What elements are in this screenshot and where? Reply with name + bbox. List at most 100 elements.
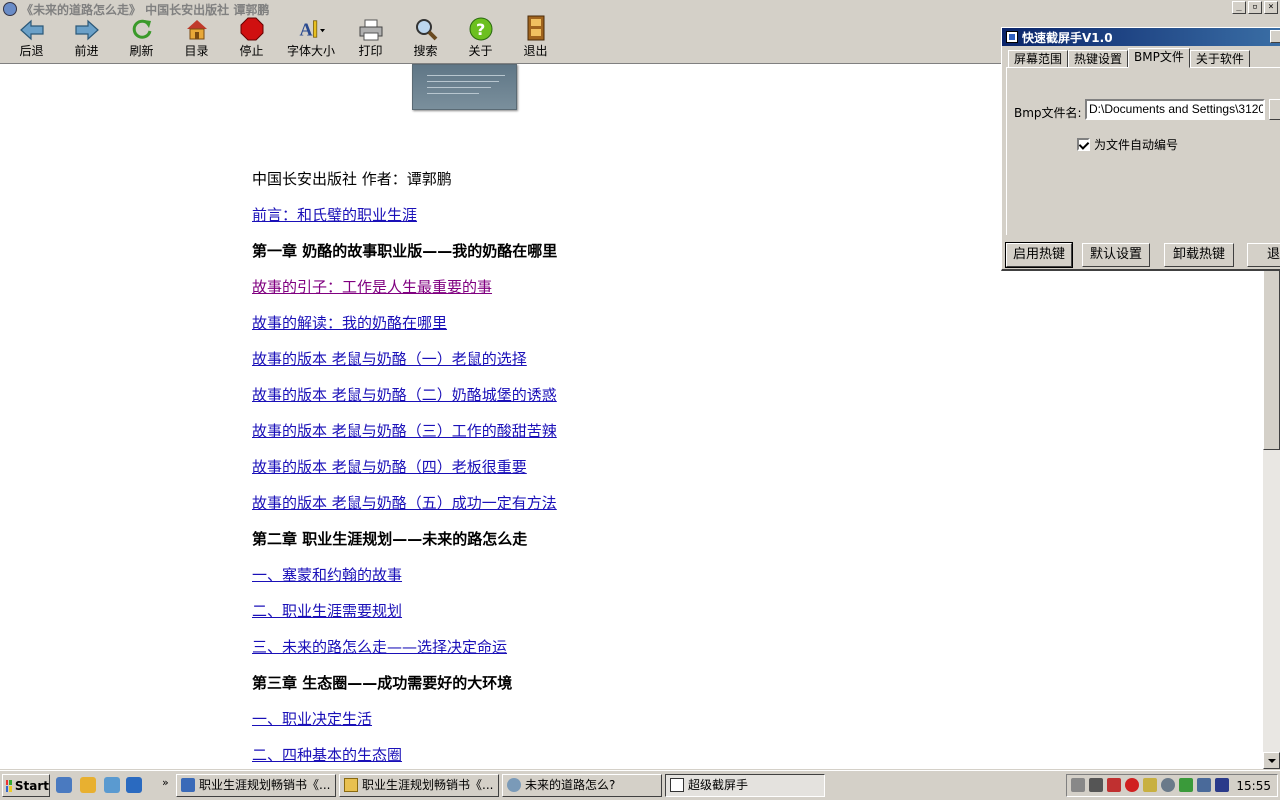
input-method-icon[interactable] <box>1215 778 1229 792</box>
home-icon <box>183 17 211 41</box>
toc-link[interactable]: 故事的引子：工作是人生最重要的事 <box>252 278 492 296</box>
task-button-ie[interactable]: 职业生涯规划畅销书《... <box>176 774 336 797</box>
toc-link-row[interactable]: 故事的解读：我的奶酪在哪里 <box>252 314 557 350</box>
quicklaunch-browser-icon[interactable] <box>126 777 142 793</box>
toc-link[interactable]: 一、塞蒙和约翰的故事 <box>252 566 402 584</box>
bmp-tab-panel: Bmp文件名: D:\Documents and Settings\312004… <box>1006 67 1280 235</box>
quicklaunch-desktop-icon[interactable] <box>104 777 120 793</box>
svg-text:A: A <box>299 20 312 40</box>
close-button[interactable]: × <box>1264 1 1278 14</box>
toc-link-row[interactable]: 故事的版本 老鼠与奶酪（四）老板很重要 <box>252 458 557 494</box>
chapter-heading: 第二章 职业生涯规划——未来的路怎么走 <box>252 530 528 548</box>
start-label: Start <box>14 778 49 793</box>
task-label: 未来的道路怎么? <box>525 778 616 792</box>
exit-dialog-button[interactable]: 退 <box>1247 243 1280 267</box>
update-icon[interactable] <box>1179 778 1193 792</box>
back-arrow-icon <box>18 18 46 41</box>
forward-label: 前进 <box>74 44 99 58</box>
search-label: 搜索 <box>413 44 438 58</box>
toc-link[interactable]: 一、职业决定生活 <box>252 710 372 728</box>
dialog-title: 快速截屏手V1.0 <box>1022 30 1113 45</box>
dialog-title-bar[interactable]: 快速截屏手V1.0 <box>1002 28 1280 46</box>
toc-link-row[interactable]: 二、职业生涯需要规划 <box>252 602 557 638</box>
toc-link-row[interactable]: 三、未来的路怎么走——选择决定命运 <box>252 638 557 674</box>
toc-link-row[interactable]: 故事的版本 老鼠与奶酪（五）成功一定有方法 <box>252 494 557 530</box>
restore-button[interactable]: ▫ <box>1248 1 1262 14</box>
font-size-button[interactable]: A 字体大小 <box>279 18 343 62</box>
toc-link-row[interactable]: 故事的版本 老鼠与奶酪（二）奶酪城堡的诱惑 <box>252 386 557 422</box>
dialog-close-button[interactable] <box>1270 30 1280 43</box>
minimize-button[interactable]: _ <box>1232 1 1246 14</box>
toc-link-row[interactable]: 前言：和氏璧的职业生涯 <box>252 206 557 242</box>
auto-number-label: 为文件自动编号 <box>1094 138 1179 152</box>
taskbar: Start » 职业生涯规划畅销书《... 职业生涯规划畅销书《... 未来的道… <box>0 770 1280 800</box>
toc-link[interactable]: 二、职业生涯需要规划 <box>252 602 402 620</box>
print-label: 打印 <box>358 44 383 58</box>
toc-link[interactable]: 故事的版本 老鼠与奶酪（四）老板很重要 <box>252 458 527 476</box>
task-button-screenshot-tool[interactable]: 超级截屏手 <box>665 774 825 797</box>
start-button[interactable]: Start <box>2 774 50 797</box>
dialog-tabs: 屏幕范围 热键设置 BMP文件 关于软件 <box>1008 48 1250 68</box>
toc-link-row[interactable]: 一、塞蒙和约翰的故事 <box>252 566 557 602</box>
bmp-filename-field[interactable]: D:\Documents and Settings\312004 <box>1085 99 1265 120</box>
volume-icon[interactable] <box>1197 778 1211 792</box>
tab-about-software[interactable]: 关于软件 <box>1189 50 1250 68</box>
security-icon[interactable] <box>1107 778 1121 792</box>
auto-number-checkbox[interactable] <box>1077 138 1090 151</box>
task-button-book[interactable]: 未来的道路怎么? <box>502 774 662 797</box>
exit-button[interactable]: 退出 <box>508 15 563 62</box>
refresh-button[interactable]: 刷新 <box>114 18 169 62</box>
toc-link[interactable]: 故事的版本 老鼠与奶酪（五）成功一定有方法 <box>252 494 557 512</box>
toc-link-row[interactable]: 二、四种基本的生态圈 <box>252 746 557 769</box>
window-title-bar[interactable]: 《未来的道路怎么走》 中国长安出版社 谭郭鹏 _ ▫ × <box>0 0 1280 18</box>
scroll-down-button[interactable] <box>1263 752 1280 769</box>
contents-button[interactable]: 目录 <box>169 18 224 62</box>
tab-screen-range[interactable]: 屏幕范围 <box>1008 50 1069 68</box>
shield-icon[interactable] <box>1161 778 1175 792</box>
font-size-icon: A <box>297 17 325 41</box>
tab-hotkey-settings[interactable]: 热键设置 <box>1068 50 1129 68</box>
task-label: 职业生涯规划畅销书《... <box>362 778 494 792</box>
dialog-button-row: 启用热键 默认设置 卸载热键 退 <box>1004 242 1280 269</box>
toc-link[interactable]: 前言：和氏璧的职业生涯 <box>252 206 417 224</box>
toc-link[interactable]: 二、四种基本的生态圈 <box>252 746 402 764</box>
stop-button[interactable]: 停止 <box>224 17 279 62</box>
print-button[interactable]: 打印 <box>343 18 398 62</box>
enable-hotkey-button[interactable]: 启用热键 <box>1005 242 1073 268</box>
folder-icon <box>344 778 358 792</box>
antivirus-icon[interactable] <box>1125 778 1139 792</box>
toc-link-row[interactable]: 故事的版本 老鼠与奶酪（一）老鼠的选择 <box>252 350 557 386</box>
keyboard-icon[interactable] <box>1071 778 1085 792</box>
search-button[interactable]: 搜索 <box>398 18 453 62</box>
default-settings-button[interactable]: 默认设置 <box>1082 243 1150 267</box>
chapter-heading: 第三章 生态圈——成功需要好的大环境 <box>252 674 513 692</box>
toc-link[interactable]: 故事的版本 老鼠与奶酪（二）奶酪城堡的诱惑 <box>252 386 557 404</box>
quicklaunch-outlook-icon[interactable] <box>80 777 96 793</box>
toc-link[interactable]: 三、未来的路怎么走——选择决定命运 <box>252 638 507 656</box>
refresh-icon <box>128 17 156 41</box>
font-size-label: 字体大小 <box>286 44 335 58</box>
toc-link[interactable]: 故事的版本 老鼠与奶酪（一）老鼠的选择 <box>252 350 527 368</box>
clock: 15:55 <box>1236 779 1271 793</box>
about-button[interactable]: ? 关于 <box>453 17 508 62</box>
quicklaunch-overflow-icon[interactable]: » <box>162 776 169 789</box>
toc-link[interactable]: 故事的解读：我的奶酪在哪里 <box>252 314 447 332</box>
tool-icon[interactable] <box>1143 778 1157 792</box>
contents-label: 目录 <box>184 44 209 58</box>
toc-link-row[interactable]: 一、职业决定生活 <box>252 710 557 746</box>
toc-link-row[interactable]: 故事的引子：工作是人生最重要的事 <box>252 278 557 314</box>
quicklaunch-ie-icon[interactable] <box>56 777 72 793</box>
toc-link[interactable]: 故事的版本 老鼠与奶酪（三）工作的酸甜苦辣 <box>252 422 557 440</box>
table-of-contents: 中国长安出版社 作者：谭郭鹏 前言：和氏璧的职业生涯 第一章 奶酪的故事职业版——… <box>252 170 557 769</box>
unload-hotkey-button[interactable]: 卸载热键 <box>1164 243 1234 267</box>
network-icon[interactable] <box>1089 778 1103 792</box>
browse-button[interactable] <box>1269 99 1280 120</box>
tab-bmp-file[interactable]: BMP文件 <box>1128 48 1190 68</box>
forward-button[interactable]: 前进 <box>59 18 114 62</box>
toc-link-row[interactable]: 故事的版本 老鼠与奶酪（三）工作的酸甜苦辣 <box>252 422 557 458</box>
task-button-folder[interactable]: 职业生涯规划畅销书《... <box>339 774 499 797</box>
back-button[interactable]: 后退 <box>4 18 59 62</box>
author-line: 中国长安出版社 作者：谭郭鹏 <box>252 170 452 188</box>
down-arrow-icon <box>1268 759 1276 763</box>
auto-number-row[interactable]: 为文件自动编号 <box>1077 136 1178 153</box>
